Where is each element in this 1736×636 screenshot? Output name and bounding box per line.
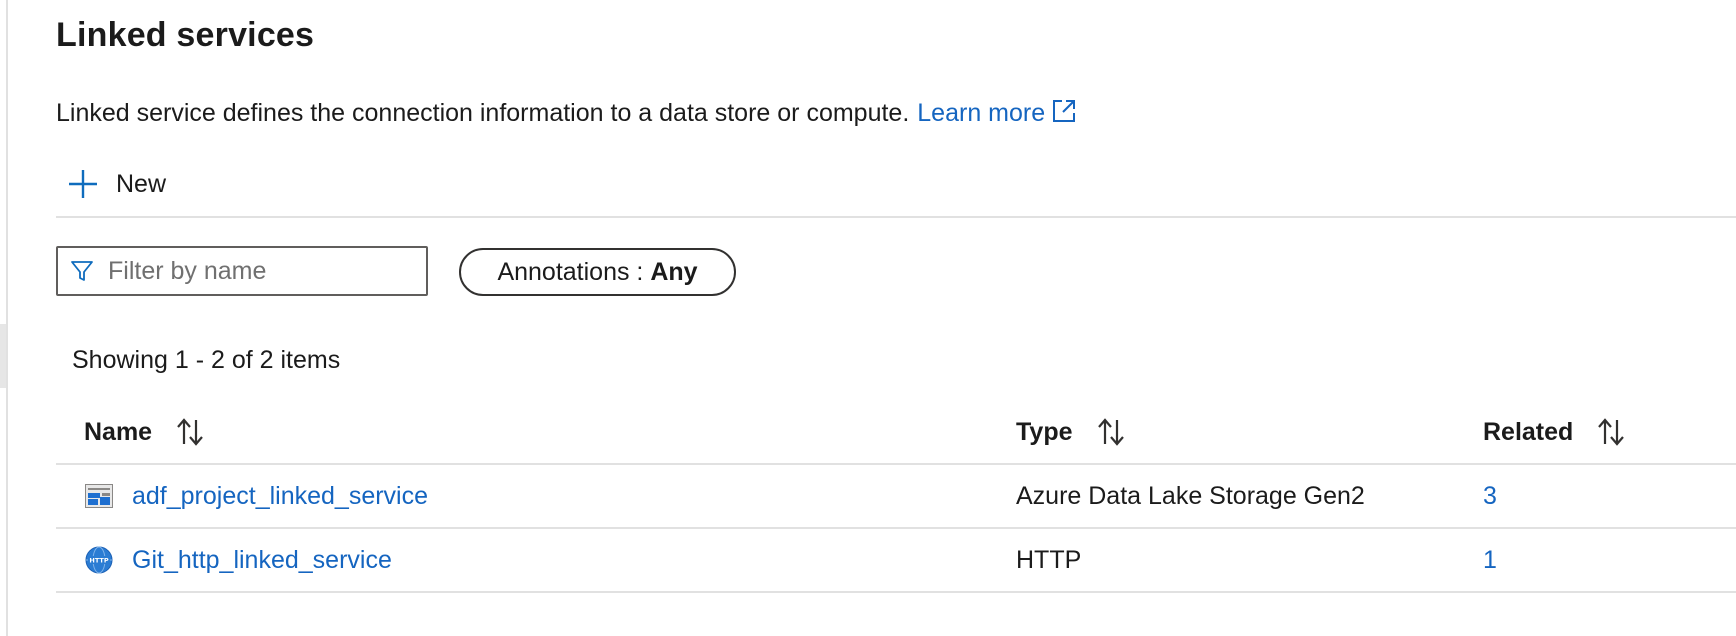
learn-more-link[interactable]: Learn more — [917, 99, 1077, 127]
related-count-link[interactable]: 3 — [1483, 465, 1497, 527]
annotations-filter-pill[interactable]: Annotations : Any — [459, 248, 736, 296]
left-rail — [0, 0, 8, 636]
table-header-row: Name Type Related — [56, 405, 1736, 465]
page-description: Linked service defines the connection in… — [56, 98, 1077, 128]
learn-more-label: Learn more — [917, 99, 1046, 127]
new-button[interactable]: New — [68, 164, 166, 204]
external-link-icon — [1051, 98, 1077, 124]
filter-by-name-field[interactable] — [56, 246, 428, 296]
annotations-value: Any — [650, 257, 698, 286]
left-rail-collapse-handle[interactable] — [0, 324, 6, 388]
http-globe-icon: HTTP — [84, 545, 114, 575]
column-header-type[interactable]: Type — [1016, 417, 1125, 447]
page-title: Linked services — [56, 16, 315, 54]
annotations-label: Annotations : — [497, 257, 651, 286]
filter-icon — [71, 261, 93, 281]
table-row[interactable]: adf_project_linked_service Azure Data La… — [56, 465, 1736, 529]
column-header-name[interactable]: Name — [84, 417, 204, 447]
name-cell: HTTP Git_http_linked_service — [84, 529, 392, 591]
plus-icon — [69, 170, 97, 198]
storage-account-icon — [84, 481, 114, 511]
svg-text:HTTP: HTTP — [89, 557, 108, 565]
name-cell: adf_project_linked_service — [84, 465, 428, 527]
type-cell: Azure Data Lake Storage Gen2 — [1016, 481, 1365, 510]
items-count: Showing 1 - 2 of 2 items — [72, 346, 341, 374]
description-text: Linked service defines the connection in… — [56, 99, 910, 127]
sort-icon — [1097, 418, 1124, 446]
column-header-type-label: Type — [1016, 417, 1073, 446]
linked-service-name-link[interactable]: adf_project_linked_service — [132, 482, 428, 511]
column-header-name-label: Name — [84, 417, 153, 446]
sort-icon — [177, 418, 203, 446]
related-count[interactable]: 1 — [1483, 546, 1497, 575]
column-header-related[interactable]: Related — [1483, 417, 1625, 447]
filter-input[interactable] — [106, 255, 400, 287]
sort-icon — [1598, 418, 1625, 446]
new-button-label: New — [116, 169, 167, 198]
related-count[interactable]: 3 — [1483, 482, 1497, 511]
column-header-related-label: Related — [1483, 417, 1574, 446]
linked-service-name-link[interactable]: Git_http_linked_service — [132, 546, 392, 575]
table-row[interactable]: HTTP Git_http_linked_service HTTP 1 — [56, 529, 1736, 593]
related-count-link[interactable]: 1 — [1483, 529, 1497, 591]
toolbar: New — [56, 154, 1736, 218]
linked-services-table: Name Type Related adf_project_linked_ser… — [56, 405, 1736, 593]
type-cell: HTTP — [1016, 545, 1082, 574]
